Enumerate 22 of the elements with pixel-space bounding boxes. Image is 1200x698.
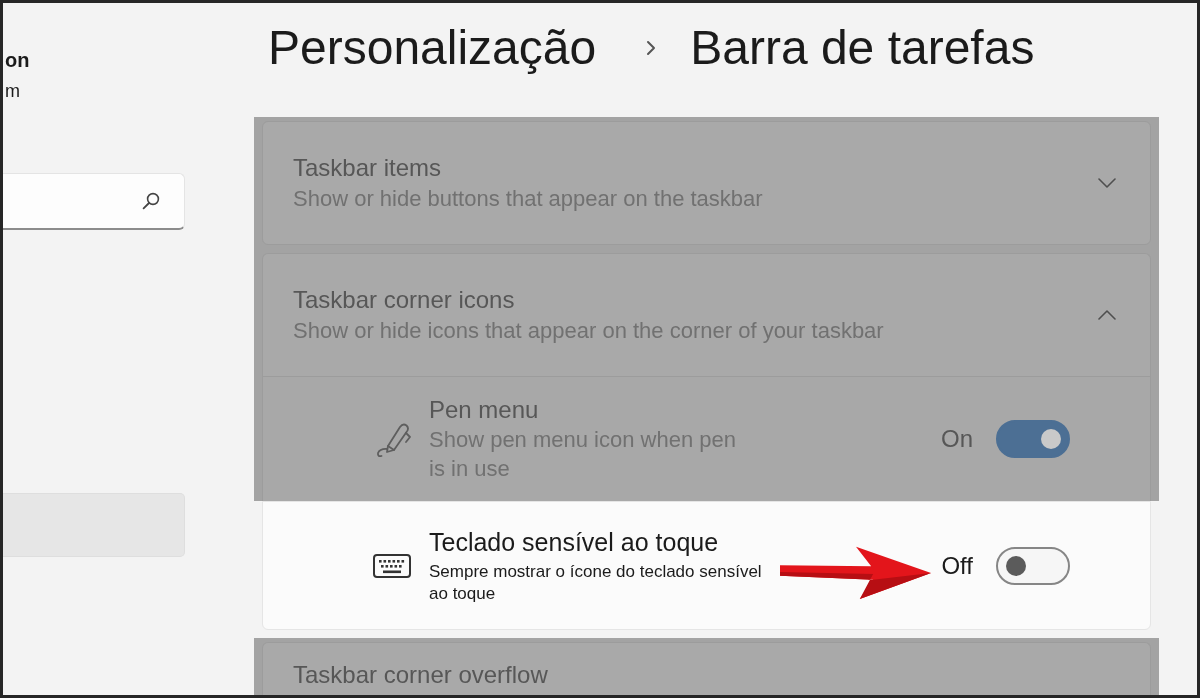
chevron-up-icon[interactable] — [1098, 310, 1116, 320]
setting-description: Sempre mostrar o ícone do teclado sensível ao toque — [429, 561, 763, 605]
section-title: Taskbar corner overflow — [293, 660, 548, 690]
section-subtitle: Show or hide buttons that appear on the taskbar — [293, 185, 763, 213]
section-subtitle: Show or hide icons that appear on the corner of your taskbar — [293, 317, 884, 345]
toggle-switch[interactable] — [996, 546, 1070, 585]
breadcrumb-item: Barra de tarefas — [690, 20, 1035, 76]
user-name: on — [4, 48, 30, 73]
user-email: m — [4, 80, 20, 102]
section-title: Taskbar corner icons — [293, 285, 515, 315]
section-title: Taskbar items — [293, 153, 442, 183]
chevron-down-icon[interactable] — [1098, 178, 1116, 188]
keyboard-icon — [373, 553, 411, 578]
search-field[interactable] — [3, 173, 185, 230]
chevron-right-icon — [646, 40, 657, 56]
search-icon — [142, 192, 160, 210]
toggle-state-label: On — [941, 424, 973, 454]
toggle-state-label: Off — [941, 550, 973, 581]
toggle-switch[interactable] — [996, 420, 1070, 458]
setting-title: Teclado sensível ao toque — [429, 527, 719, 558]
breadcrumb-item[interactable]: Personalização — [268, 19, 597, 77]
setting-title: Pen menu — [429, 395, 539, 425]
